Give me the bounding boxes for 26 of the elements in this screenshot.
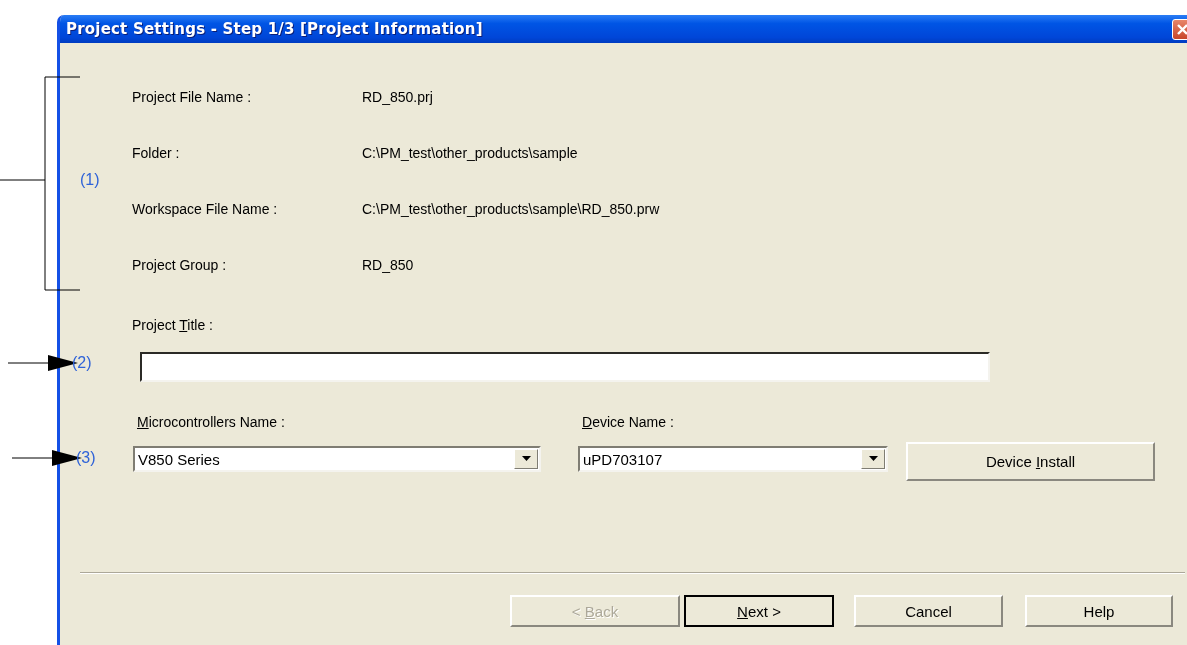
dialog-button[interactable]: Help xyxy=(1025,595,1173,627)
field-label: Device Name : xyxy=(582,413,674,432)
callout-label: (2) xyxy=(72,354,92,372)
window-title: Project Settings - Step 1/3 [Project Information] xyxy=(66,20,483,38)
dropdown[interactable]: V850 Series xyxy=(133,446,541,472)
callout-label: (3) xyxy=(76,449,96,467)
field-label: Microcontrollers Name : xyxy=(137,413,285,432)
dropdown-arrow-icon xyxy=(521,456,531,462)
field-label: Project Title : xyxy=(132,316,213,335)
field-label: Workspace File Name : xyxy=(132,201,278,217)
callout-label: (1) xyxy=(80,171,100,189)
dialog-button[interactable]: Cancel xyxy=(854,595,1003,627)
project-title-field[interactable] xyxy=(140,352,990,382)
dropdown[interactable]: uPD703107 xyxy=(578,446,888,472)
close-icon xyxy=(1177,23,1187,35)
device-install-button[interactable]: Device Install xyxy=(906,442,1155,481)
field-label: Folder : xyxy=(132,145,180,161)
field-value: RD_850 xyxy=(362,257,414,273)
field-value: RD_850.prj xyxy=(362,89,433,105)
dialog-button[interactable]: Next > xyxy=(684,595,834,627)
field-label: Project Group : xyxy=(132,257,227,273)
close-button[interactable] xyxy=(1172,18,1187,40)
field-value: C:\PM_test\other_products\sample xyxy=(362,145,578,161)
field-value: C:\PM_test\other_products\sample\RD_850.prw xyxy=(362,201,660,217)
dropdown-arrow-icon xyxy=(868,456,878,462)
field-label: Project File Name : xyxy=(132,89,252,105)
